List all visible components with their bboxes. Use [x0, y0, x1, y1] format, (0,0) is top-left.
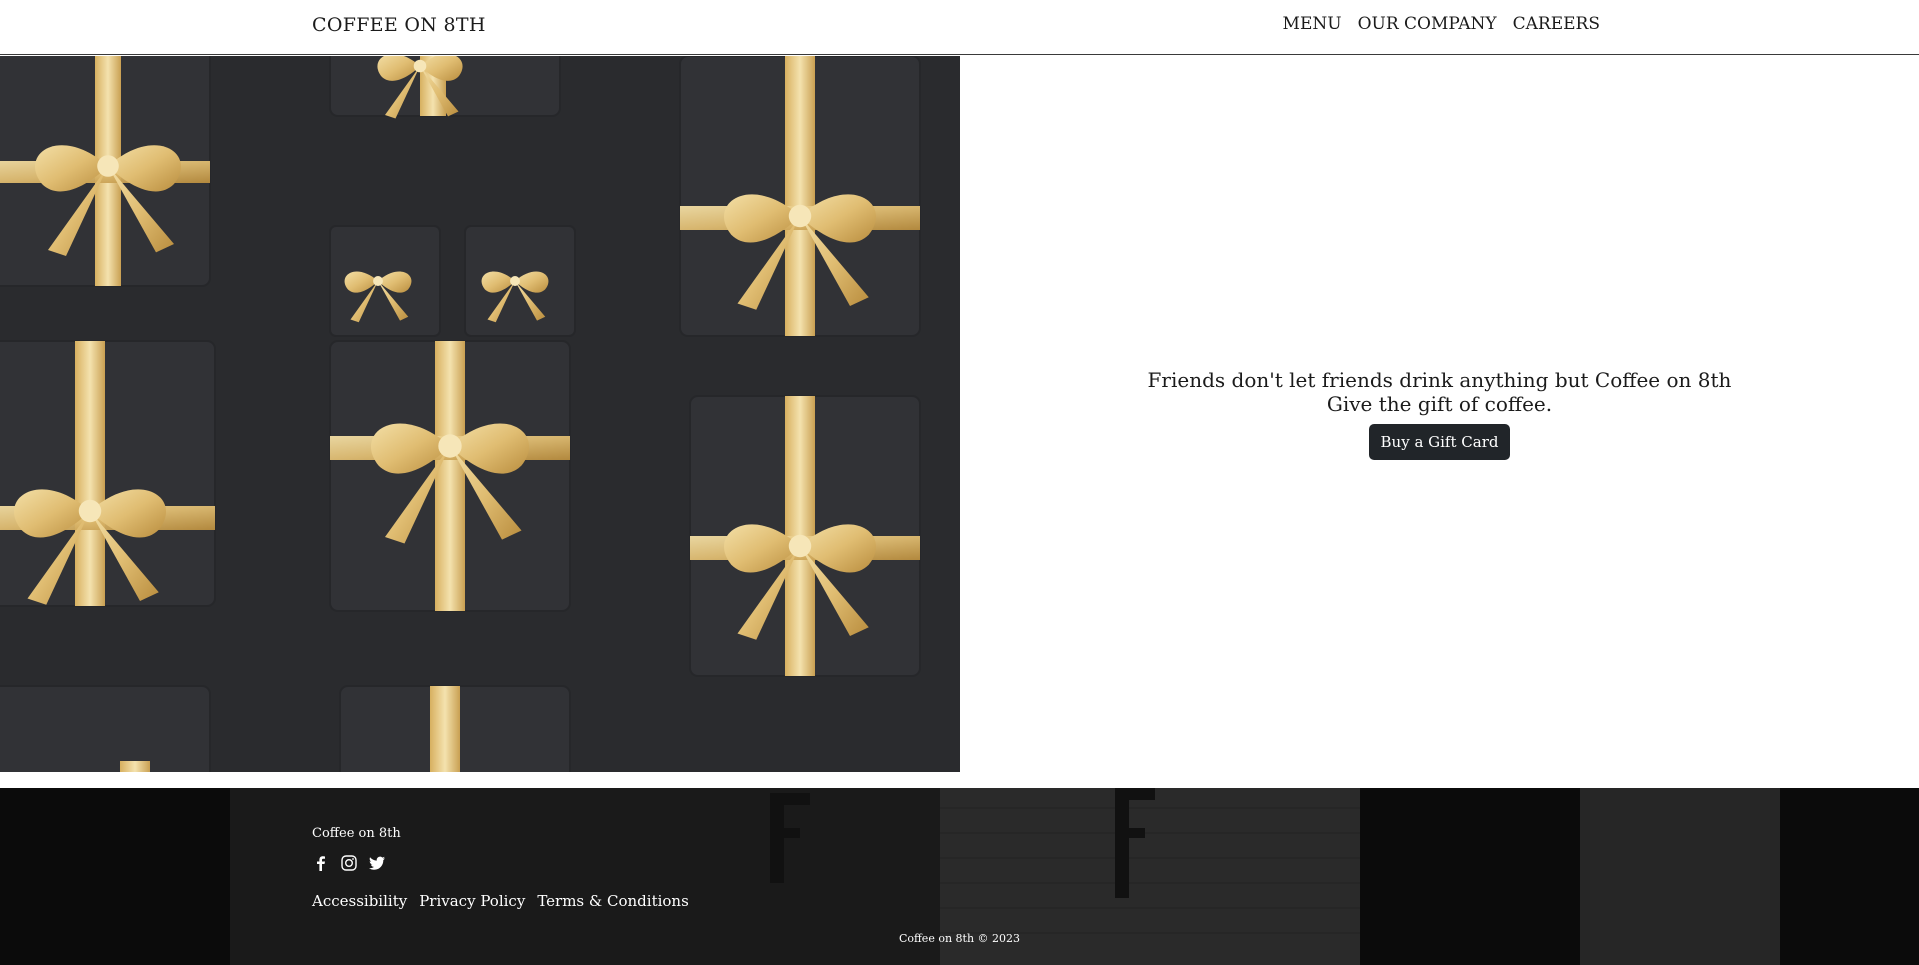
- accessibility-link[interactable]: Accessibility: [312, 892, 407, 910]
- nav-links: MENU OUR COMPANY CAREERS: [1283, 14, 1600, 34]
- promo-headline: Friends don't let friends drink anything…: [1147, 368, 1732, 392]
- promo-subline: Give the gift of coffee.: [1326, 392, 1553, 416]
- brand-link[interactable]: COFFEE ON 8TH: [312, 14, 486, 36]
- nav-link-careers[interactable]: CAREERS: [1513, 14, 1600, 34]
- twitter-icon[interactable]: [368, 854, 386, 872]
- footer: Coffee on 8th Accessibility Privacy Poli…: [0, 788, 1919, 965]
- buy-gift-card-button[interactable]: Buy a Gift Card: [1368, 424, 1511, 460]
- footer-legal-links: Accessibility Privacy Policy Terms & Con…: [312, 892, 689, 910]
- gift-card-promo: Friends don't let friends drink anything…: [960, 56, 1919, 772]
- instagram-icon[interactable]: [340, 854, 358, 872]
- social-links: [312, 854, 386, 872]
- terms-conditions-link[interactable]: Terms & Conditions: [537, 892, 688, 910]
- gift-boxes-image: [0, 56, 960, 772]
- nav-link-menu[interactable]: MENU: [1283, 14, 1342, 34]
- footer-brand-name: Coffee on 8th: [312, 826, 401, 841]
- privacy-policy-link[interactable]: Privacy Policy: [419, 892, 525, 910]
- gift-boxes-illustration: [0, 56, 960, 772]
- facebook-icon[interactable]: [312, 854, 330, 872]
- top-navbar: COFFEE ON 8TH MENU OUR COMPANY CAREERS: [0, 0, 1919, 55]
- copyright-text: Coffee on 8th © 2023: [898, 932, 1021, 945]
- nav-link-our-company[interactable]: OUR COMPANY: [1358, 14, 1497, 34]
